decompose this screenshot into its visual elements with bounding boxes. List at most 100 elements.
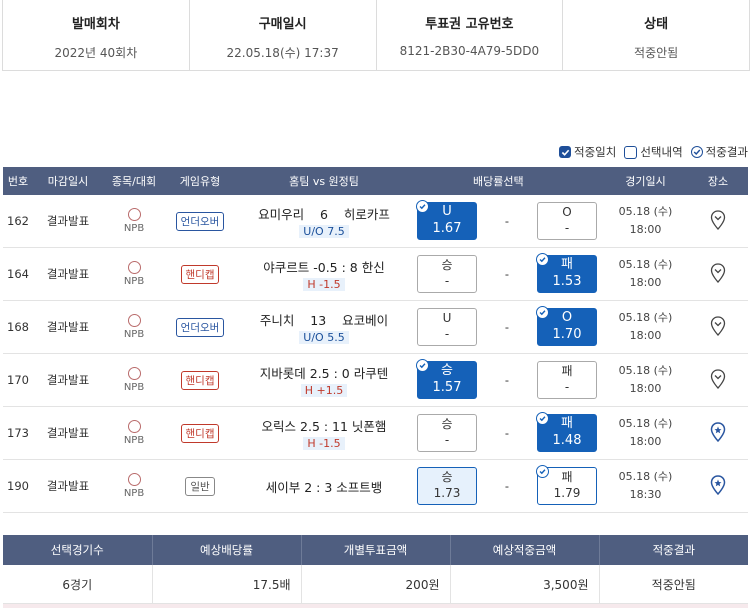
league-name: NPB	[123, 382, 145, 393]
left-option-odds: 1.57	[432, 380, 462, 395]
row-league-cell: NPB	[103, 353, 165, 407]
right-odds-option[interactable]: O 1.70	[536, 306, 597, 346]
hit-result-toggle[interactable]: 적중결과	[690, 144, 748, 160]
draw-odds: -	[504, 426, 510, 440]
table-header: 번호 마감일시 종목/대회 게임유형 홈팀 vs 원정팀 배당률선택 경기일시 …	[3, 167, 748, 195]
right-option-label: 패	[561, 470, 573, 485]
game-type-badge: 핸디캡	[180, 370, 220, 390]
left-option-odds: -	[444, 327, 450, 341]
draw-odds: -	[504, 214, 510, 228]
row-number: 170	[3, 353, 33, 407]
row-match-cell: 야쿠르트 -0.5 : 8 한신 H -1.5	[235, 247, 413, 301]
line-value: H -1.5	[303, 437, 345, 450]
selection-toggle[interactable]: 선택내역	[624, 144, 683, 160]
map-pin-icon[interactable]	[710, 315, 726, 339]
right-odds-option[interactable]: 패 -	[537, 361, 597, 399]
match-teams: 오릭스 2.5 : 11 닛폰햄	[261, 419, 387, 434]
status-value: 적중안됨	[634, 46, 679, 60]
col-match: 홈팀 vs 원정팀	[235, 167, 413, 195]
row-match-cell: 지바롯데 2.5 : 0 라쿠텐 H +1.5	[235, 353, 413, 407]
left-odds-option[interactable]: 승 -	[417, 255, 477, 293]
right-option-odds: -	[564, 221, 570, 235]
row-odds-cell: 승 1.73 - 패 1.79	[413, 459, 603, 513]
check-circle-icon[interactable]	[690, 146, 703, 158]
total-games-header: 선택경기수	[3, 535, 153, 565]
row-league-cell: NPB	[103, 247, 165, 301]
game-type-badge: 핸디캡	[180, 264, 220, 284]
check-icon	[416, 200, 429, 213]
result-header: 적중결과	[599, 535, 748, 565]
match-date: 05.18 (수)	[618, 258, 673, 272]
match-time: 18:00	[629, 329, 662, 342]
map-pin-icon[interactable]	[710, 262, 726, 286]
league: NPB	[103, 208, 165, 234]
league: NPB	[103, 314, 165, 340]
left-odds-option[interactable]: U -	[417, 308, 477, 346]
row-type-cell: 핸디캡	[165, 353, 235, 407]
row-odds-cell: 승 - - 패 1.48	[413, 406, 603, 460]
check-icon	[536, 253, 549, 266]
row-type-cell: 핸디캡	[165, 406, 235, 460]
right-odds-option[interactable]: 패 1.53	[536, 253, 597, 293]
right-odds-option[interactable]: O -	[537, 202, 597, 240]
selection-label: 선택내역	[640, 145, 683, 159]
baseball-icon	[127, 420, 141, 433]
checkbox-checked-icon[interactable]	[559, 146, 572, 158]
row-type-cell: 언더오버	[165, 300, 235, 354]
row-league-cell: NPB	[103, 406, 165, 460]
match-teams: 지바롯데 2.5 : 0 라쿠텐	[259, 366, 389, 381]
checkbox-unchecked-icon[interactable]	[624, 145, 638, 159]
right-odds-option[interactable]: 패 1.79	[536, 465, 597, 505]
row-number: 164	[3, 247, 33, 301]
row-match-cell: 주니치 13 요코베이 U/O 5.5	[235, 300, 413, 354]
round-label: 발매회차	[71, 17, 120, 32]
left-odds-option[interactable]: 승 1.73	[417, 467, 477, 505]
right-option-label: 패	[561, 416, 573, 432]
row-venue-cell	[688, 406, 748, 460]
map-pin-icon[interactable]	[710, 209, 726, 233]
match-teams: 야쿠르트 -0.5 : 8 한신	[263, 260, 385, 275]
left-odds-option[interactable]: U 1.67	[416, 200, 477, 240]
col-venue: 장소	[688, 167, 748, 195]
left-option-label: 승	[441, 470, 453, 485]
row-date-cell: 05.18 (수) 18:00	[603, 406, 688, 460]
expected-odds-header: 예상배당률	[152, 535, 302, 565]
league-name: NPB	[123, 488, 145, 499]
filter-legend: 적중일치 선택내역 적중결과	[559, 144, 748, 160]
row-match-cell: 세이부 2 : 3 소프트뱅	[235, 459, 413, 513]
row-deadline: 결과발표	[33, 353, 103, 407]
left-odds-option[interactable]: 승 -	[417, 414, 477, 452]
match-date: 05.18 (수)	[618, 311, 673, 325]
row-date-cell: 05.18 (수) 18:30	[603, 459, 688, 513]
row-venue-cell	[688, 300, 748, 354]
map-pin-icon[interactable]	[710, 474, 726, 498]
baseball-icon	[127, 314, 141, 327]
hit-match-label: 적중일치	[574, 145, 617, 159]
row-venue-cell	[688, 353, 748, 407]
match-time: 18:00	[629, 223, 662, 236]
match-teams: 주니치 13 요코베이	[259, 313, 389, 328]
draw-odds: -	[504, 320, 510, 334]
right-option-label: 패	[561, 364, 573, 379]
left-option-odds: 1.73	[433, 486, 461, 500]
map-pin-icon[interactable]	[710, 421, 726, 445]
row-number: 173	[3, 406, 33, 460]
status-label: 상태	[644, 17, 669, 32]
hit-match-toggle[interactable]: 적중일치	[559, 144, 616, 160]
line-value: H +1.5	[300, 384, 348, 397]
match-date: 05.18 (수)	[618, 364, 673, 378]
match-time: 18:00	[629, 382, 662, 395]
row-type-cell: 핸디캡	[165, 247, 235, 301]
left-odds-option[interactable]: 승 1.57	[416, 359, 477, 399]
ticket-id-cell: 투표권 고유번호 8121-2B30-4A79-5DD0	[377, 0, 564, 70]
map-pin-icon[interactable]	[710, 368, 726, 392]
row-venue-cell	[688, 459, 748, 513]
row-odds-cell: U - - O 1.70	[413, 300, 603, 354]
check-icon	[416, 359, 429, 372]
left-option-odds: -	[444, 274, 450, 288]
league-name: NPB	[123, 276, 145, 287]
match-date: 05.18 (수)	[618, 470, 673, 484]
right-odds-option[interactable]: 패 1.48	[536, 412, 597, 452]
league-name: NPB	[123, 223, 145, 234]
game-type-badge: 언더오버	[175, 211, 225, 231]
